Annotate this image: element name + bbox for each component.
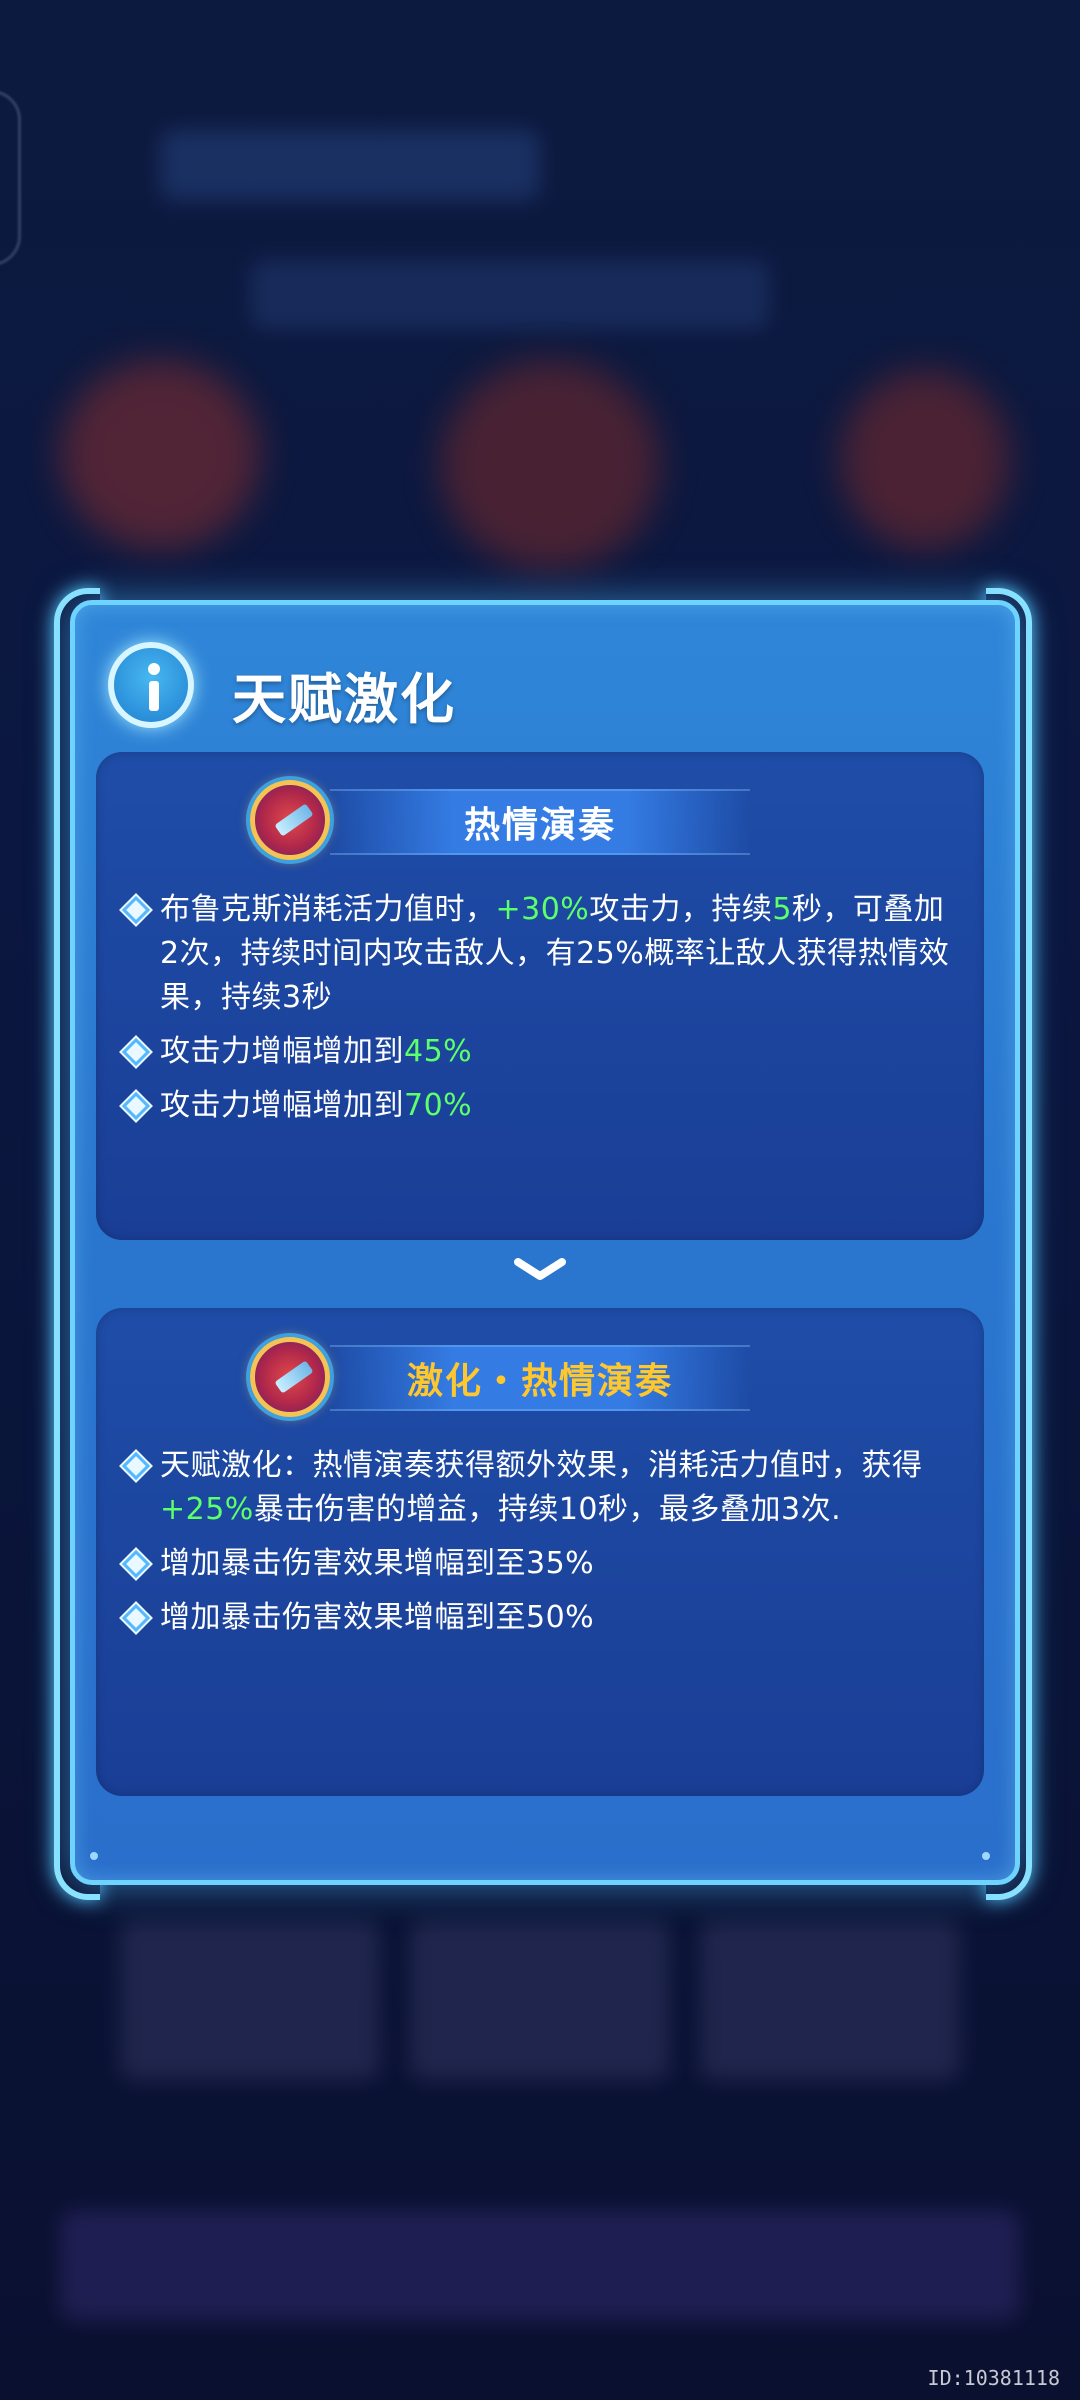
highlight-value: +25% [160, 1492, 254, 1527]
text-segment: 增加暴击伤害效果增幅到至50% [160, 1600, 595, 1635]
sword-medal-icon [250, 1337, 330, 1417]
highlight-value: +30% [495, 892, 590, 927]
description-line: 天赋激化：热情演奏获得额外效果，消耗活力值时，获得 +25%暴击伤害的增益，持续1… [121, 1444, 962, 1532]
background-card [410, 1920, 670, 2080]
diamond-bullet-icon [121, 1037, 151, 1067]
background-side-tab [0, 90, 21, 266]
skill-name: 激化・热情演奏 [406, 1361, 673, 1402]
description-text: 天赋激化：热情演奏获得额外效果，消耗活力值时，获得 +25%暴击伤害的增益，持续1… [160, 1444, 962, 1532]
background-bottom-strip [60, 2210, 1020, 2320]
background-header-bar [160, 130, 540, 200]
skill-name-banner: 热情演奏 [330, 789, 750, 855]
info-icon [108, 642, 194, 728]
id-label: ID:10381118 [927, 2366, 1060, 2390]
text-segment: 布鲁克斯消耗活力值时， [160, 892, 496, 927]
description-line: 增加暴击伤害效果增幅到至35% [121, 1542, 962, 1586]
background-card [700, 1920, 960, 2080]
skill-description-list: 天赋激化：热情演奏获得额外效果，消耗活力值时，获得 +25%暴击伤害的增益，持续1… [121, 1444, 962, 1650]
description-text: 布鲁克斯消耗活力值时，+30%攻击力，持续5秒，可叠加2次，持续时间内攻击敌人，… [160, 888, 962, 1020]
highlight-value: 70% [404, 1088, 473, 1123]
corner-dot [90, 1852, 98, 1860]
skill-description-list: 布鲁克斯消耗活力值时，+30%攻击力，持续5秒，可叠加2次，持续时间内攻击敌人，… [121, 888, 962, 1138]
diamond-bullet-icon [121, 1451, 151, 1481]
diamond-bullet-icon [121, 1603, 151, 1633]
background-card [120, 1920, 380, 2080]
dialog-title: 天赋激化 [232, 668, 456, 731]
chevron-down-icon [514, 1258, 566, 1280]
diamond-bullet-icon [121, 1091, 151, 1121]
description-line: 增加暴击伤害效果增幅到至50% [121, 1596, 962, 1640]
skill-name-banner: 激化・热情演奏 [330, 1345, 750, 1411]
description-line: 攻击力增幅增加到45% [121, 1030, 962, 1074]
diamond-bullet-icon [121, 1549, 151, 1579]
text-segment: 增加暴击伤害效果增幅到至35% [160, 1546, 595, 1581]
text-segment: 天赋激化：热情演奏获得额外效果，消耗活力值时，获得 [160, 1448, 923, 1483]
background-avatar [60, 360, 260, 550]
sword-medal-icon [250, 780, 330, 860]
description-text: 增加暴击伤害效果增幅到至35% [160, 1542, 594, 1586]
description-text: 攻击力增幅增加到45% [160, 1030, 472, 1074]
corner-dot [982, 1852, 990, 1860]
text-segment: 暴击伤害的增益，持续10秒，最多叠加3次. [253, 1492, 842, 1527]
background-avatar [840, 370, 1010, 550]
description-line: 攻击力增幅增加到70% [121, 1084, 962, 1128]
highlight-value: 5 [772, 892, 792, 927]
highlight-value: 45% [404, 1034, 473, 1069]
text-segment: 攻击力，持续 [589, 892, 773, 927]
skill-name: 热情演奏 [463, 805, 616, 846]
description-line: 布鲁克斯消耗活力值时，+30%攻击力，持续5秒，可叠加2次，持续时间内攻击敌人，… [121, 888, 962, 1020]
background-subheader-bar [250, 260, 770, 330]
text-segment: 攻击力增幅增加到 [160, 1088, 404, 1123]
description-text: 攻击力增幅增加到70% [160, 1084, 472, 1128]
text-segment: 攻击力增幅增加到 [160, 1034, 404, 1069]
description-text: 增加暴击伤害效果增幅到至50% [160, 1596, 594, 1640]
background-avatar [440, 360, 660, 570]
diamond-bullet-icon [121, 895, 151, 925]
